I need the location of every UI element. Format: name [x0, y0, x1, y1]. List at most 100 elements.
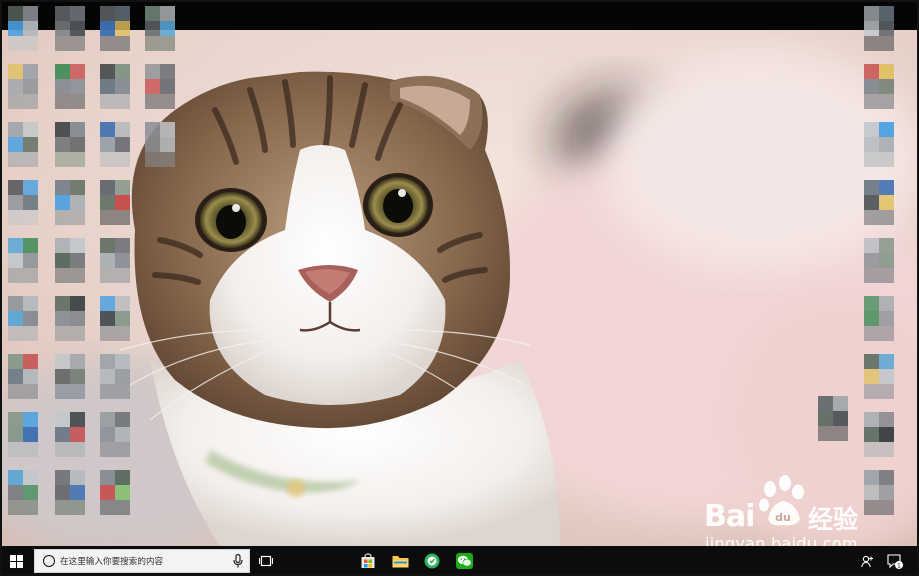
icon-mosaic-cell — [8, 253, 23, 268]
jingyan-cn-text: 经验 — [808, 505, 859, 534]
wechat-button[interactable] — [450, 546, 478, 576]
browser-button[interactable] — [418, 546, 446, 576]
desktop-icon-left-1-5[interactable] — [55, 296, 85, 341]
desktop-screen: du Bai 经验 jingyan.baidu.com 在这里输入你要搜索的内容 — [0, 0, 919, 576]
wechat-icon — [455, 553, 473, 569]
people-button[interactable] — [856, 546, 878, 576]
icon-mosaic-cell — [100, 485, 115, 500]
desktop-icon-left-1-6[interactable] — [55, 354, 85, 399]
microphone-icon[interactable] — [233, 554, 243, 568]
cortana-circle-icon — [43, 555, 55, 567]
icon-mosaic-cell — [23, 427, 38, 442]
desktop-icon-left-2-6[interactable] — [100, 354, 130, 399]
desktop-icon-left-2-0[interactable] — [100, 6, 130, 51]
desktop-icon-left-2-4[interactable] — [100, 238, 130, 283]
icon-mosaic-cell — [879, 137, 894, 152]
desktop-icon-right-0[interactable] — [864, 6, 894, 51]
icon-mosaic-cell — [55, 122, 70, 137]
icon-mosaic-cell — [55, 470, 70, 485]
desktop-icon-right-6[interactable] — [864, 354, 894, 399]
desktop-icon-left-0-7[interactable] — [8, 412, 38, 457]
icon-mosaic-cell — [55, 253, 70, 268]
icon-mosaic-cell — [864, 137, 879, 152]
icon-mosaic-cell — [55, 485, 70, 500]
desktop-icon-left-3-1[interactable] — [145, 64, 175, 109]
desktop-icon-left-2-5[interactable] — [100, 296, 130, 341]
desktop-icon-left-2-1[interactable] — [100, 64, 130, 109]
icon-mosaic-cell — [879, 180, 894, 195]
start-button[interactable] — [0, 546, 33, 576]
desktop-icon-left-0-6[interactable] — [8, 354, 38, 399]
icon-mosaic-cell — [23, 369, 38, 384]
baidu-paw-logo: du — [759, 475, 804, 526]
desktop-icon-right-1[interactable] — [864, 64, 894, 109]
paw-du-text: du — [775, 511, 791, 524]
desktop-icon-right-extra[interactable] — [818, 396, 848, 441]
icon-mosaic-cell — [100, 412, 115, 427]
desktop-icon-right-2[interactable] — [864, 122, 894, 167]
icon-mosaic-cell — [55, 180, 70, 195]
desktop-icon-left-0-0[interactable] — [8, 6, 38, 51]
icon-mosaic-cell — [100, 79, 115, 94]
icon-mosaic-cell — [8, 180, 23, 195]
icon-mosaic-cell — [70, 64, 85, 79]
icon-mosaic-cell — [115, 470, 130, 485]
desktop-icon-left-3-0[interactable] — [145, 6, 175, 51]
desktop-icon-left-1-7[interactable] — [55, 412, 85, 457]
icon-mosaic-cell — [879, 354, 894, 369]
microsoft-store-button[interactable] — [354, 546, 382, 576]
desktop-icon-left-1-8[interactable] — [55, 470, 85, 515]
desktop-icon-left-2-2[interactable] — [100, 122, 130, 167]
desktop-icon-left-1-4[interactable] — [55, 238, 85, 283]
icon-mosaic-cell — [23, 6, 38, 21]
desktop-icon-left-0-1[interactable] — [8, 64, 38, 109]
action-center-button[interactable]: 1 — [882, 546, 908, 576]
desktop-icon-left-0-4[interactable] — [8, 238, 38, 283]
icon-mosaic-cell — [70, 6, 85, 21]
icon-mosaic-cell — [8, 427, 23, 442]
icon-mosaic-cell — [879, 311, 894, 326]
desktop-icon-left-2-7[interactable] — [100, 412, 130, 457]
desktop-icon-right-7[interactable] — [864, 412, 894, 457]
desktop-icon-left-0-3[interactable] — [8, 180, 38, 225]
icon-mosaic-cell — [8, 238, 23, 253]
task-view-button[interactable] — [254, 546, 278, 576]
desktop-icon-left-1-3[interactable] — [55, 180, 85, 225]
desktop-icon-left-1-1[interactable] — [55, 64, 85, 109]
icon-mosaic-cell — [55, 6, 70, 21]
icon-label-mosaic — [8, 268, 38, 283]
desktop-icon-right-4[interactable] — [864, 238, 894, 283]
icon-label-mosaic — [8, 326, 38, 341]
taskbar-search-box[interactable]: 在这里输入你要搜索的内容 — [34, 549, 250, 573]
desktop-icon-left-0-8[interactable] — [8, 470, 38, 515]
icon-label-mosaic — [55, 210, 85, 225]
icon-mosaic-cell — [864, 6, 879, 21]
icon-mosaic-cell — [23, 79, 38, 94]
desktop-icon-left-2-3[interactable] — [100, 180, 130, 225]
icon-mosaic-cell — [833, 411, 848, 426]
icon-mosaic-cell — [115, 6, 130, 21]
icon-mosaic-cell — [8, 137, 23, 152]
icon-mosaic-cell — [100, 6, 115, 21]
icon-mosaic-cell — [70, 253, 85, 268]
icon-label-mosaic — [145, 36, 175, 51]
icon-mosaic-cell — [818, 396, 833, 411]
file-explorer-button[interactable] — [386, 546, 414, 576]
icon-mosaic-cell — [23, 311, 38, 326]
desktop-icon-left-1-0[interactable] — [55, 6, 85, 51]
desktop-icon-right-3[interactable] — [864, 180, 894, 225]
folder-icon — [392, 556, 408, 568]
icon-mosaic-cell — [8, 64, 23, 79]
icon-mosaic-cell — [70, 180, 85, 195]
desktop-icon-left-1-2[interactable] — [55, 122, 85, 167]
desktop-icon-left-2-8[interactable] — [100, 470, 130, 515]
icon-label-mosaic — [100, 152, 130, 167]
top-black-band — [0, 0, 919, 30]
icon-mosaic-cell — [145, 21, 160, 36]
desktop-icon-left-0-5[interactable] — [8, 296, 38, 341]
desktop-icon-left-0-2[interactable] — [8, 122, 38, 167]
desktop-icon-left-3-2[interactable] — [145, 122, 175, 167]
icon-label-mosaic — [55, 442, 85, 457]
icon-label-mosaic — [8, 442, 38, 457]
desktop-icon-right-5[interactable] — [864, 296, 894, 341]
